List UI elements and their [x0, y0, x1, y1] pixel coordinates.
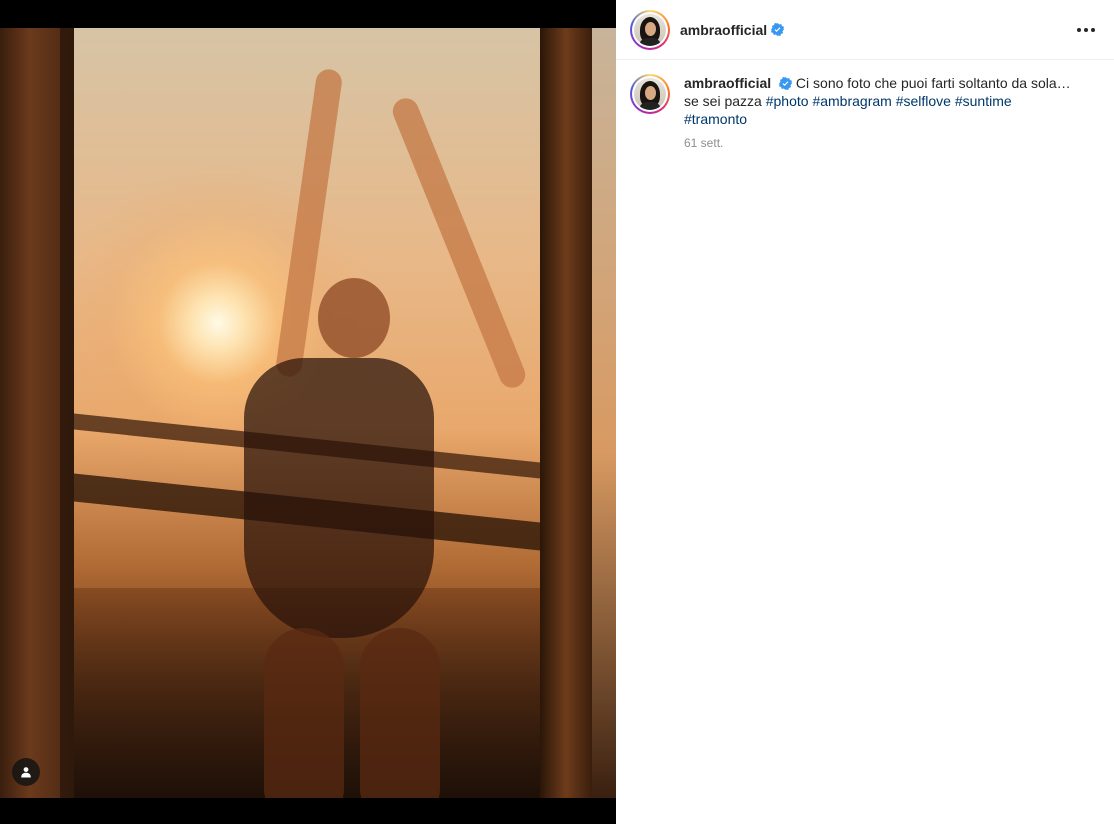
- caption-text-line2: se sei pazza: [684, 93, 762, 109]
- figure-body: [244, 358, 434, 638]
- verified-badge-icon: [771, 23, 785, 36]
- avatar-border: [632, 11, 668, 48]
- post-header: ambraofficial: [616, 0, 1114, 60]
- verified-badge-icon: [779, 77, 793, 90]
- hashtag-suntime[interactable]: #suntime: [955, 93, 1012, 109]
- post-media-panel: [0, 0, 616, 824]
- caption-comment: ambraofficial Ci sono foto che puoi fart…: [630, 74, 1100, 150]
- caption-line: ambraofficial Ci sono foto che puoi fart…: [684, 74, 1084, 128]
- story-ring[interactable]: [630, 9, 670, 50]
- post-photo[interactable]: [0, 28, 616, 798]
- user-tags-button[interactable]: [12, 758, 40, 786]
- hashtag-tramonto[interactable]: #tramonto: [684, 111, 747, 127]
- caption-avatar: [634, 78, 666, 110]
- more-dot: [1084, 28, 1088, 32]
- caption-body: ambraofficial Ci sono foto che puoi fart…: [684, 74, 1084, 150]
- avatar-body: [639, 37, 661, 46]
- figure-leg-right: [360, 628, 440, 798]
- figure-head: [318, 278, 390, 358]
- post-sidebar: ambraofficial ambraofficial Ci sono foto…: [616, 0, 1114, 824]
- user-tag-icon: [21, 767, 31, 778]
- avatar-face: [645, 21, 656, 36]
- avatar-body: [639, 102, 661, 110]
- avatar-face: [645, 86, 656, 100]
- hashtag-photo[interactable]: #photo: [766, 93, 809, 109]
- hashtag-selflove[interactable]: #selflove: [896, 93, 951, 109]
- more-options-icon: [1077, 28, 1081, 32]
- figure-leg-left: [264, 628, 344, 798]
- avatar-border: [632, 76, 668, 112]
- window-frame-shadow: [60, 28, 74, 798]
- hashtag-ambragram[interactable]: #ambragram: [812, 93, 891, 109]
- window-frame-right: [540, 28, 592, 798]
- avatar: [634, 13, 666, 46]
- post-timestamp[interactable]: 61 sett.: [684, 136, 1084, 150]
- caption-username[interactable]: ambraofficial: [684, 75, 771, 91]
- window-frame-edge: [592, 28, 616, 798]
- caption-story-ring[interactable]: [630, 74, 670, 114]
- raised-arm-right: [388, 94, 530, 392]
- caption-text-line1: Ci sono foto che puoi farti soltanto da …: [795, 75, 1071, 91]
- more-dot: [1091, 28, 1095, 32]
- header-username[interactable]: ambraofficial: [680, 22, 767, 38]
- more-options-button[interactable]: [1074, 20, 1098, 40]
